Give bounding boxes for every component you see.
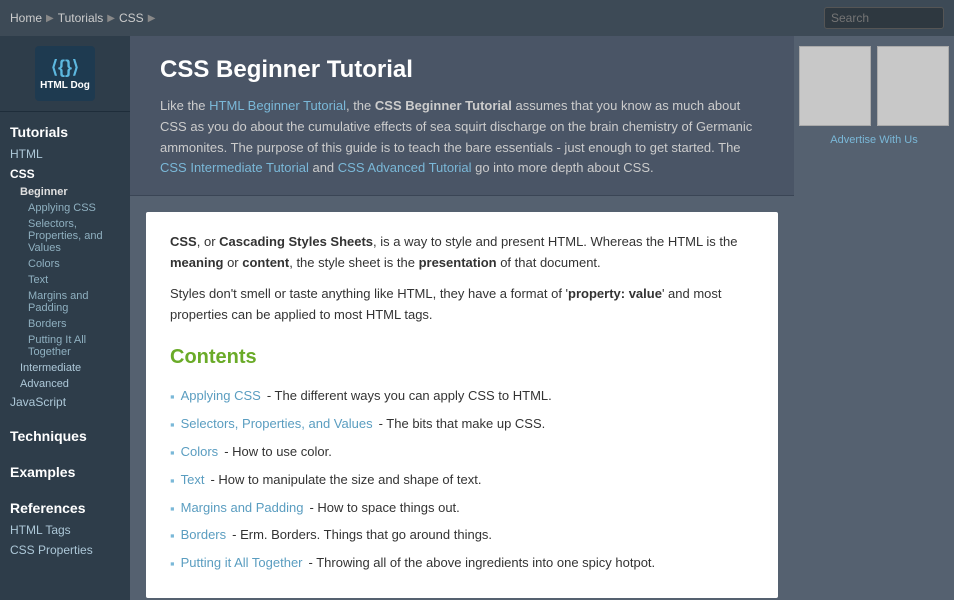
sidebar-item-text[interactable]: Text (0, 272, 130, 288)
sidebar-techniques-title: Techniques (0, 424, 130, 448)
contents-desc-4: - How to manipulate the size and shape o… (210, 470, 481, 491)
sidebar-item-html[interactable]: HTML (0, 144, 130, 164)
contents-desc-6: - Erm. Borders. Things that go around th… (232, 525, 492, 546)
list-item: Colors - How to use color. (170, 439, 754, 467)
sidebar-tutorials-title: Tutorials (0, 120, 130, 144)
sidebar-item-applying-css[interactable]: Applying CSS (0, 200, 130, 216)
list-item: Text - How to manipulate the size and sh… (170, 467, 754, 495)
css-intermediate-link[interactable]: CSS Intermediate Tutorial (160, 160, 309, 175)
contents-list: Applying CSS - The different ways you ca… (170, 383, 754, 578)
contents-link-borders[interactable]: Borders (181, 525, 227, 546)
breadcrumb-tutorials[interactable]: Tutorials (58, 11, 104, 25)
contents-desc-3: - How to use color. (224, 442, 332, 463)
logo: ⟨{}⟩ HTML Dog (35, 46, 95, 101)
sidebar-item-margins[interactable]: Margins and Padding (0, 288, 130, 316)
list-item: Applying CSS - The different ways you ca… (170, 383, 754, 411)
css-full-name: Cascading Styles Sheets (219, 234, 373, 249)
contents-desc-7: - Throwing all of the above ingredients … (309, 553, 656, 574)
body-p2: Styles don't smell or taste anything lik… (170, 284, 754, 326)
sidebar-section-techniques: Techniques (0, 416, 130, 452)
list-item: Margins and Padding - How to space thing… (170, 495, 754, 523)
logo-text: HTML Dog (40, 80, 90, 91)
contents-section: Contents Applying CSS - The different wa… (170, 341, 754, 578)
intro-text-3: and (309, 160, 338, 175)
css-advanced-link[interactable]: CSS Advanced Tutorial (338, 160, 472, 175)
contents-desc-5: - How to space things out. (309, 498, 459, 519)
advertise-link[interactable]: Advertise With Us (830, 134, 917, 146)
contents-desc-1: - The different ways you can apply CSS t… (267, 386, 552, 407)
logo-area: ⟨{}⟩ HTML Dog (0, 36, 130, 112)
ad-box-1 (799, 46, 871, 126)
content-bold: content (242, 255, 289, 270)
breadcrumb-sep-2: ▶ (107, 13, 115, 24)
content-area: CSS Beginner Tutorial Like the HTML Begi… (130, 36, 954, 600)
search-input[interactable] (824, 7, 944, 29)
contents-heading: Contents (170, 341, 754, 373)
breadcrumb-sep-3: ▶ (148, 13, 156, 24)
contents-link-colors[interactable]: Colors (181, 442, 219, 463)
css-label: CSS (170, 234, 197, 249)
list-item: Selectors, Properties, and Values - The … (170, 411, 754, 439)
sidebar-item-css-properties[interactable]: CSS Properties (0, 540, 130, 560)
article-header: CSS Beginner Tutorial Like the HTML Begi… (130, 36, 794, 196)
sidebar-item-putting-together[interactable]: Putting It All Together (0, 332, 130, 360)
sidebar-item-html-tags[interactable]: HTML Tags (0, 520, 130, 540)
intro-text-4: go into more depth about CSS. (471, 160, 653, 175)
sidebar-item-advanced[interactable]: Advanced (0, 376, 130, 392)
intro-text-1: Like the (160, 98, 209, 113)
contents-desc-2: - The bits that make up CSS. (379, 414, 546, 435)
sidebar-examples-title: Examples (0, 460, 130, 484)
sidebar-item-intermediate[interactable]: Intermediate (0, 360, 130, 376)
breadcrumb: Home ▶ Tutorials ▶ CSS ▶ (10, 11, 824, 25)
sidebar-item-css[interactable]: CSS (0, 164, 130, 184)
list-item: Putting it All Together - Throwing all o… (170, 550, 754, 578)
property-value-bold: property: value (568, 286, 662, 301)
ad-row (799, 46, 949, 126)
body-p1: CSS, or Cascading Styles Sheets, is a wa… (170, 232, 754, 274)
sidebar-section-examples: Examples (0, 452, 130, 488)
logo-icon: ⟨{}⟩ (51, 57, 79, 78)
article-body: CSS, or Cascading Styles Sheets, is a wa… (146, 212, 778, 598)
sidebar-item-selectors[interactable]: Selectors, Properties, and Values (0, 216, 130, 256)
sidebar-item-borders[interactable]: Borders (0, 316, 130, 332)
breadcrumb-sep-1: ▶ (46, 13, 54, 24)
article-title: CSS Beginner Tutorial (160, 56, 764, 84)
sidebar-references-title: References (0, 496, 130, 520)
main-content: CSS Beginner Tutorial Like the HTML Begi… (130, 36, 794, 600)
contents-link-putting-together[interactable]: Putting it All Together (181, 553, 303, 574)
sidebar-section-references: References HTML Tags CSS Properties (0, 488, 130, 564)
contents-link-text[interactable]: Text (181, 470, 205, 491)
article-intro: Like the HTML Beginner Tutorial, the CSS… (160, 96, 764, 179)
ad-box-2 (877, 46, 949, 126)
breadcrumb-css[interactable]: CSS (119, 11, 144, 25)
breadcrumb-home[interactable]: Home (10, 11, 42, 25)
sidebar: ⟨{}⟩ HTML Dog Tutorials HTML CSS Beginne… (0, 36, 130, 600)
contents-link-selectors[interactable]: Selectors, Properties, and Values (181, 414, 373, 435)
presentation-bold: presentation (419, 255, 497, 270)
sidebar-section-tutorials: Tutorials HTML CSS Beginner Applying CSS… (0, 112, 130, 416)
html-beginner-link[interactable]: HTML Beginner Tutorial (209, 98, 346, 113)
contents-link-applying-css[interactable]: Applying CSS (181, 386, 261, 407)
meaning-bold: meaning (170, 255, 223, 270)
sidebar-item-beginner[interactable]: Beginner (0, 184, 130, 200)
sidebar-item-javascript[interactable]: JavaScript (0, 392, 130, 412)
main-layout: ⟨{}⟩ HTML Dog Tutorials HTML CSS Beginne… (0, 36, 954, 600)
right-sidebar: Advertise With Us (794, 36, 954, 600)
top-bar: Home ▶ Tutorials ▶ CSS ▶ (0, 0, 954, 36)
list-item: Borders - Erm. Borders. Things that go a… (170, 522, 754, 550)
sidebar-item-colors[interactable]: Colors (0, 256, 130, 272)
contents-link-margins[interactable]: Margins and Padding (181, 498, 304, 519)
